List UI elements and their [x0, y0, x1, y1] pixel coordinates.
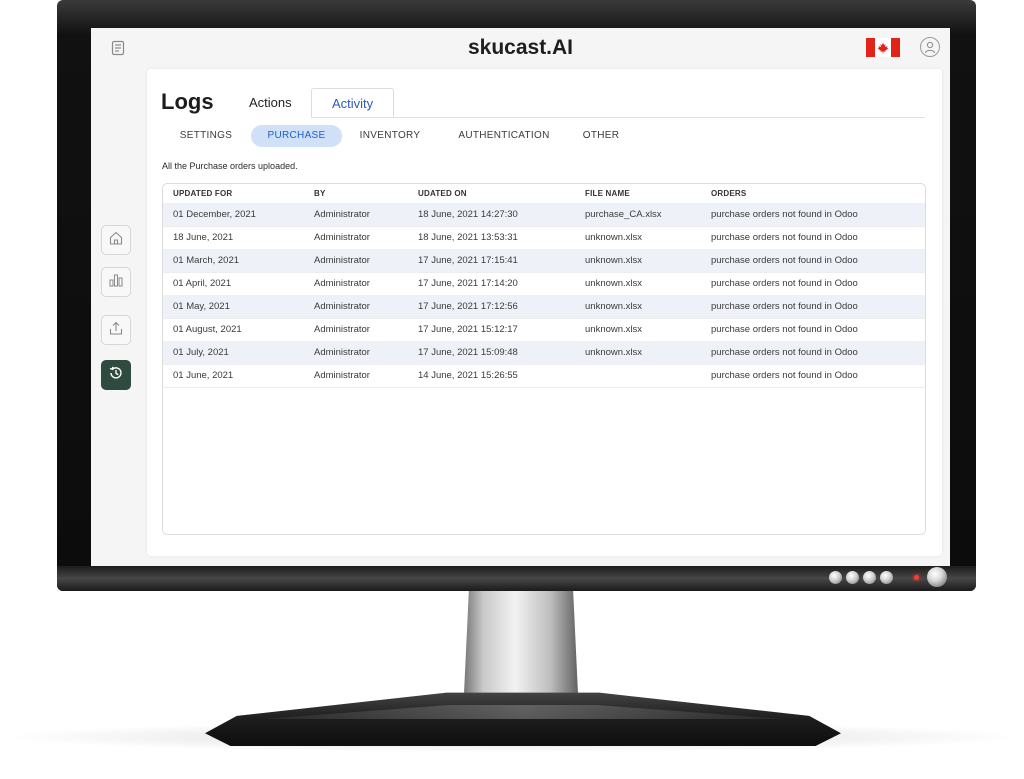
column-header-file-name[interactable]: FILE NAME [585, 184, 630, 203]
cell-orders: purchase orders not found in Odoo [711, 209, 858, 220]
monitor-button[interactable] [863, 571, 876, 584]
tab-actions[interactable]: Actions [229, 88, 312, 118]
cell-updated-for: 18 June, 2021 [173, 232, 234, 243]
cell-updated-on: 17 June, 2021 17:15:41 [418, 255, 518, 266]
cell-orders: purchase orders not found in Odoo [711, 324, 858, 335]
cell-updated-on: 18 June, 2021 13:53:31 [418, 232, 518, 243]
subtab-other[interactable]: OTHER [579, 125, 623, 147]
monitor-button[interactable] [829, 571, 842, 584]
app-title: skucast.AI [467, 36, 574, 59]
sidebar-item-analytics[interactable] [101, 267, 131, 297]
tab-divider [311, 117, 925, 118]
subtab-purchase[interactable]: PURCHASE [251, 125, 342, 147]
bar-chart-icon [108, 272, 124, 293]
table-row[interactable]: 01 August, 2021 Administrator 17 June, 202… [163, 318, 925, 342]
cell-updated-on: 17 June, 2021 15:12:17 [418, 324, 518, 335]
canada-flag-icon[interactable] [866, 38, 900, 57]
table-row[interactable]: 01 March, 2021 Administrator 17 June, 2021… [163, 249, 925, 273]
subtab-settings[interactable]: SETTINGS [169, 125, 243, 147]
cell-updated-on: 14 June, 2021 15:26:55 [418, 370, 518, 381]
table-row[interactable]: 01 June, 2021 Administrator 14 June, 2021 … [163, 364, 925, 388]
home-icon [108, 230, 124, 251]
cell-updated-for: 01 August, 2021 [173, 324, 242, 335]
screen: skucast.AI Logs Actions Activity SETTING… [91, 28, 950, 566]
power-led [914, 575, 919, 580]
table-row[interactable]: 01 July, 2021 Administrator 17 June, 2021 … [163, 341, 925, 365]
sidebar-item-home[interactable] [101, 225, 131, 255]
cell-by: Administrator [314, 255, 370, 266]
page-title: Logs [161, 89, 214, 114]
cell-by: Administrator [314, 209, 370, 220]
cell-updated-on: 17 June, 2021 17:14:20 [418, 278, 518, 289]
cell-orders: purchase orders not found in Odoo [711, 232, 858, 243]
logs-table: UPDATED FOR BY UDATED ON FILE NAME ORDER… [162, 183, 926, 535]
column-header-orders[interactable]: ORDERS [711, 184, 746, 203]
subtab-inventory[interactable]: INVENTORY [355, 125, 425, 147]
subtab-authentication[interactable]: AUTHENTICATION [449, 125, 559, 147]
table-row[interactable]: 01 May, 2021 Administrator 17 June, 2021 1… [163, 295, 925, 319]
upload-icon [108, 320, 124, 341]
cell-updated-on: 18 June, 2021 14:27:30 [418, 209, 518, 220]
cell-file-name: unknown.xlsx [585, 278, 643, 289]
cell-file-name: unknown.xlsx [585, 324, 643, 335]
history-icon [108, 365, 124, 386]
cell-by: Administrator [314, 232, 370, 243]
logs-panel: Logs Actions Activity SETTINGS PURCHASE … [147, 69, 942, 556]
column-header-updated-on[interactable]: UDATED ON [418, 184, 467, 203]
cell-updated-for: 01 June, 2021 [173, 370, 234, 381]
user-icon[interactable] [920, 37, 940, 57]
sidebar-item-history[interactable] [101, 360, 131, 390]
table-row[interactable]: 01 December, 2021 Administrator 18 June, 2… [163, 203, 925, 227]
table-row[interactable]: 18 June, 2021 Administrator 18 June, 2021 … [163, 226, 925, 250]
page-description: All the Purchase orders uploaded. [162, 161, 298, 171]
cell-file-name: unknown.xlsx [585, 232, 643, 243]
cell-orders: purchase orders not found in Odoo [711, 347, 858, 358]
cell-file-name: unknown.xlsx [585, 301, 643, 312]
cell-file-name: unknown.xlsx [585, 347, 643, 358]
cell-orders: purchase orders not found in Odoo [711, 301, 858, 312]
cell-file-name: unknown.xlsx [585, 255, 643, 266]
tab-activity[interactable]: Activity [311, 88, 395, 118]
table-header: UPDATED FOR BY UDATED ON FILE NAME ORDER… [163, 184, 925, 204]
cell-updated-for: 01 May, 2021 [173, 301, 230, 312]
monitor-button[interactable] [880, 571, 893, 584]
column-header-updated-for[interactable]: UPDATED FOR [173, 184, 232, 203]
cell-updated-on: 17 June, 2021 17:12:56 [418, 301, 518, 312]
cell-by: Administrator [314, 278, 370, 289]
cell-updated-for: 01 December, 2021 [173, 209, 256, 220]
cell-orders: purchase orders not found in Odoo [711, 278, 858, 289]
top-bar: skucast.AI [91, 28, 950, 68]
cell-by: Administrator [314, 301, 370, 312]
cell-by: Administrator [314, 370, 370, 381]
cell-updated-on: 17 June, 2021 15:09:48 [418, 347, 518, 358]
cell-updated-for: 01 April, 2021 [173, 278, 232, 289]
receipt-icon[interactable] [108, 38, 128, 58]
cell-orders: purchase orders not found in Odoo [711, 255, 858, 266]
monitor-button[interactable] [846, 571, 859, 584]
cell-by: Administrator [314, 347, 370, 358]
cell-by: Administrator [314, 324, 370, 335]
cell-orders: purchase orders not found in Odoo [711, 370, 858, 381]
power-button[interactable] [927, 567, 947, 587]
table-row[interactable]: 01 April, 2021 Administrator 17 June, 2021… [163, 272, 925, 296]
cell-updated-for: 01 July, 2021 [173, 347, 229, 358]
column-header-by[interactable]: BY [314, 184, 326, 203]
cell-updated-for: 01 March, 2021 [173, 255, 240, 266]
sidebar-item-upload[interactable] [101, 315, 131, 345]
cell-file-name: purchase_CA.xlsx [585, 209, 662, 220]
